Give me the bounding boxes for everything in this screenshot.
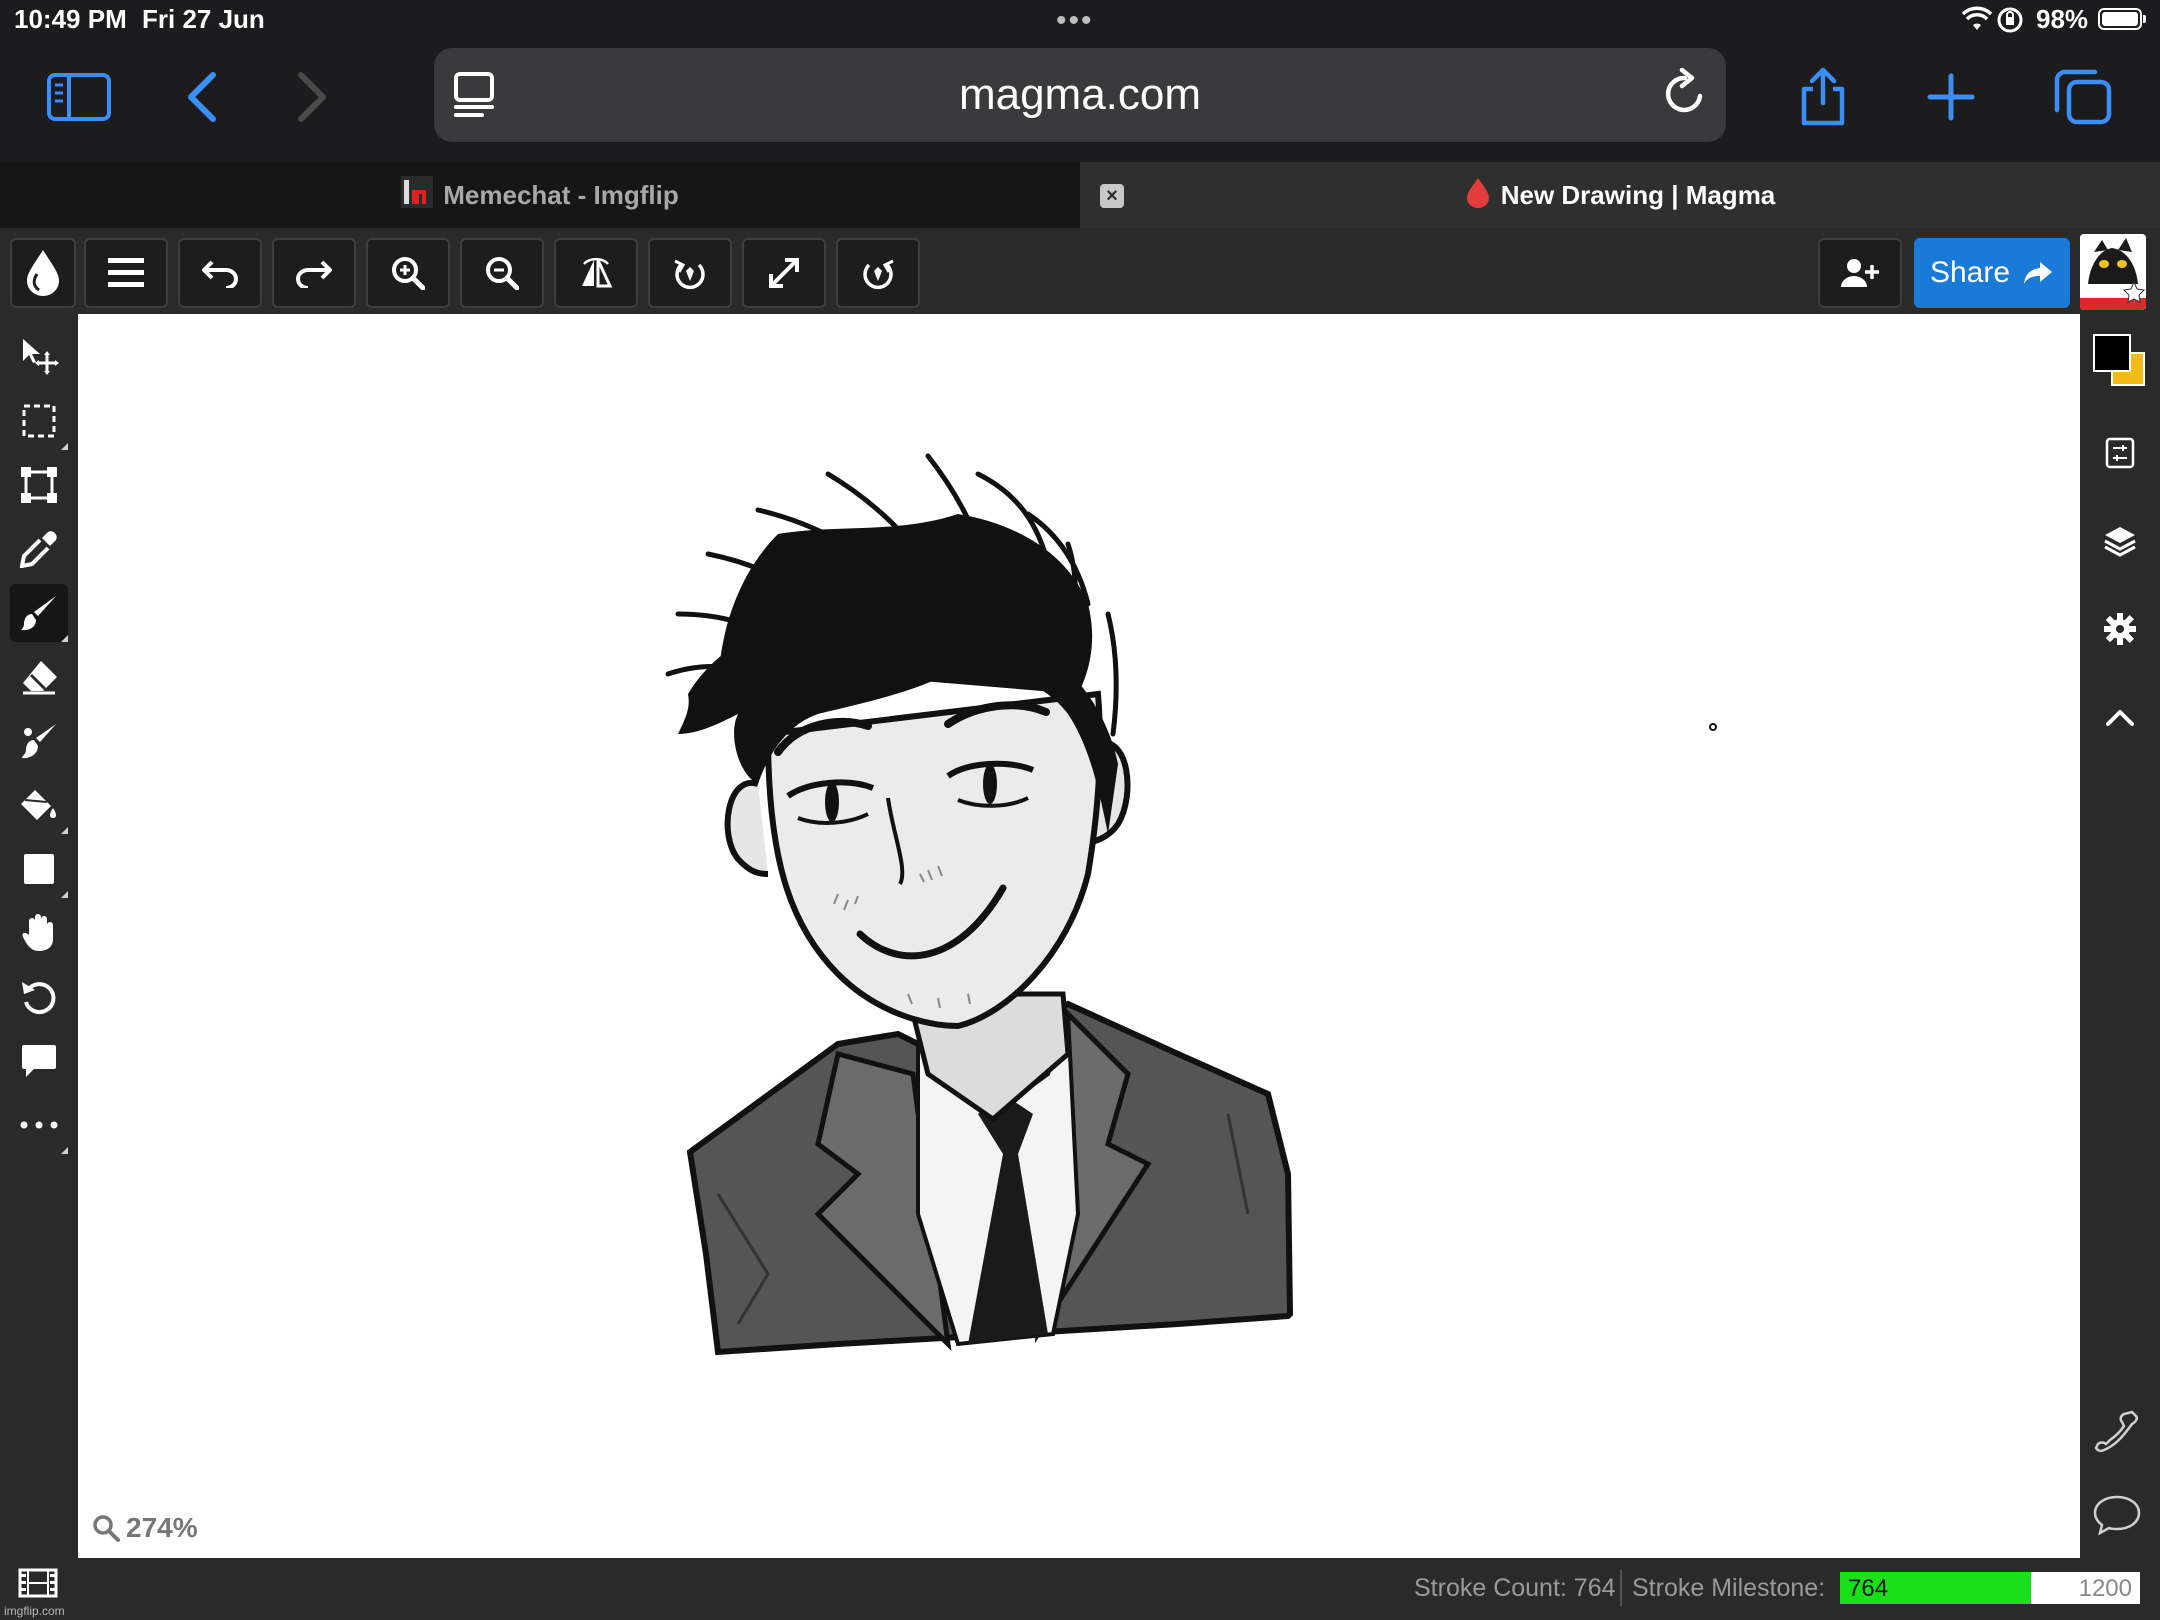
sidebar-toggle-icon[interactable] [44, 62, 114, 132]
share-arrow-icon [2024, 262, 2053, 284]
move-tool-icon[interactable] [10, 328, 68, 386]
eraser-tool-icon[interactable] [10, 648, 68, 706]
redo-button[interactable] [272, 238, 356, 308]
watermark: imgflip.com [4, 1604, 65, 1618]
submenu-corner-icon [61, 1147, 68, 1154]
battery-icon [2098, 8, 2146, 30]
divider [1620, 1570, 1622, 1606]
rotation-lock-icon [1996, 6, 2024, 39]
hand-tool-icon[interactable] [10, 904, 68, 962]
color-picker[interactable] [2093, 334, 2149, 390]
zoom-out-button[interactable] [460, 238, 544, 308]
submenu-corner-icon [61, 827, 68, 834]
layers-icon[interactable] [2091, 512, 2149, 570]
address-bar[interactable]: magma.com [434, 48, 1726, 142]
undo-button[interactable] [178, 238, 262, 308]
status-bar: 10:49 PM Fri 27 Jun ••• 98% [0, 0, 2160, 40]
primary-color-swatch[interactable] [2093, 334, 2131, 372]
transform-tool-icon[interactable] [10, 456, 68, 514]
more-tools-icon[interactable] [10, 1096, 68, 1154]
right-panel [2080, 314, 2160, 756]
shape-tool-icon[interactable] [10, 840, 68, 898]
tab-overview-icon[interactable] [2048, 62, 2118, 132]
magma-logo-button[interactable] [10, 238, 76, 308]
submenu-corner-icon [61, 891, 68, 898]
back-icon[interactable] [166, 62, 236, 132]
status-footer: imgflip.com Stroke Count: 764 Stroke Mil… [0, 1558, 2160, 1620]
wifi-icon [1961, 6, 1993, 37]
milestone-target: 1200 [2078, 1575, 2132, 1602]
submenu-corner-icon [61, 635, 68, 642]
stroke-milestone-label: Stroke Milestone: [1632, 1574, 1826, 1602]
url-text: magma.com [958, 70, 1202, 119]
animation-film-icon[interactable] [18, 1568, 58, 1603]
tab-magma[interactable]: New Drawing | Magma [1080, 162, 2160, 228]
fullscreen-button[interactable] [742, 238, 826, 308]
comment-tool-icon[interactable] [10, 1032, 68, 1090]
zoom-indicator[interactable]: 274% [92, 1512, 198, 1544]
milestone-current: 764 [1848, 1575, 1889, 1602]
magma-favicon-icon [1465, 176, 1491, 215]
status-date: Fri 27 Jun [142, 4, 265, 34]
share-button[interactable]: Share [1914, 238, 2070, 308]
battery-percent: 98% [2036, 4, 2089, 34]
stroke-count: Stroke Count: 764 [1414, 1574, 1616, 1602]
tab-memechat[interactable]: Memechat - Imgflip [0, 162, 1080, 228]
flip-button[interactable] [554, 238, 638, 308]
brush-tool-icon[interactable] [10, 584, 68, 642]
zoom-in-button[interactable] [366, 238, 450, 308]
invite-user-button[interactable] [1818, 238, 1902, 308]
status-time: 10:49 PM [14, 4, 127, 34]
adjustments-icon[interactable] [2091, 424, 2149, 482]
fill-tool-icon[interactable] [10, 776, 68, 834]
rotate-right-button[interactable] [836, 238, 920, 308]
multitasking-dots-icon[interactable]: ••• [1056, 4, 1094, 38]
imgflip-favicon-icon [401, 175, 434, 215]
tab-title: New Drawing | Magma [1500, 179, 1776, 210]
settings-gear-icon[interactable] [2091, 600, 2149, 658]
forward-icon[interactable] [278, 62, 348, 132]
tool-panel [0, 314, 78, 1558]
selection-tool-icon[interactable] [10, 392, 68, 450]
eyedropper-tool-icon[interactable] [10, 520, 68, 578]
stroke-milestone-progress: 764 1200 [1840, 1572, 2140, 1604]
new-tab-icon[interactable] [1916, 62, 1986, 132]
drawing-canvas[interactable]: 274% [78, 314, 2080, 1558]
close-tab-icon[interactable]: × [1100, 184, 1124, 208]
rotate-tool-icon[interactable] [10, 968, 68, 1026]
rotate-left-button[interactable] [648, 238, 732, 308]
drawing-artwork [665, 453, 1717, 1356]
chat-bubble-icon[interactable] [2092, 1494, 2142, 1541]
avatar[interactable] [2080, 234, 2146, 310]
share-sheet-icon[interactable] [1788, 62, 1858, 132]
app-toolbar: Share [0, 228, 2160, 314]
reload-icon[interactable] [1662, 67, 1708, 123]
browser-toolbar: magma.com [0, 40, 2160, 162]
zoom-level: 274% [126, 1512, 198, 1543]
tab-bar: Memechat - Imgflip New Drawing | Magma × [0, 162, 2160, 228]
collapse-chevron-icon[interactable] [2091, 688, 2149, 746]
share-label: Share [1929, 256, 2011, 289]
menu-button[interactable] [84, 238, 168, 308]
smudge-tool-icon[interactable] [10, 712, 68, 770]
tab-title: Memechat - Imgflip [443, 179, 679, 210]
submenu-corner-icon [61, 443, 68, 450]
voice-call-icon[interactable] [2092, 1408, 2140, 1461]
magnifier-icon [93, 1515, 120, 1542]
